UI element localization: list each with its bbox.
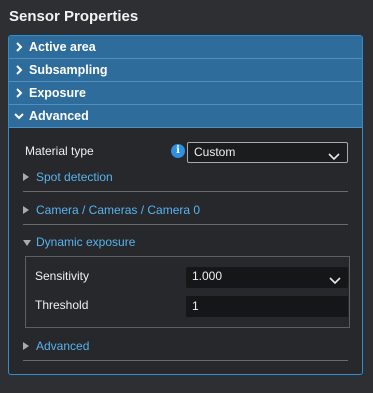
section-label: Exposure (29, 86, 86, 100)
divider (23, 360, 348, 361)
triangle-right-icon (23, 203, 33, 217)
advanced-sub-label: Advanced (36, 339, 90, 353)
threshold-input[interactable]: 1 (186, 296, 348, 317)
chevron-down-icon (328, 148, 340, 167)
camera-toggle[interactable]: Camera / Cameras / Camera 0 (23, 203, 200, 217)
dynamic-exposure-group: Sensitivity 1.000 Threshold 1 (25, 256, 350, 328)
camera-label: Camera / Cameras / Camera 0 (36, 203, 201, 217)
material-type-value: Custom (194, 145, 236, 159)
section-header-advanced[interactable]: Advanced (9, 105, 362, 127)
section-header-exposure[interactable]: Exposure (9, 82, 362, 104)
triangle-right-icon (23, 339, 33, 353)
section-label: Active area (29, 40, 96, 54)
material-type-select[interactable]: Custom (187, 142, 348, 163)
section-header-active-area[interactable]: Active area (9, 36, 362, 58)
chevron-down-icon (9, 112, 29, 120)
chevron-down-icon (329, 272, 341, 291)
chevron-right-icon (9, 42, 29, 52)
info-icon[interactable]: i (171, 144, 185, 158)
advanced-sub-toggle[interactable]: Advanced (23, 339, 89, 353)
panel-title: Sensor Properties (9, 8, 139, 25)
dynamic-exposure-toggle[interactable]: Dynamic exposure (23, 235, 135, 249)
material-type-label: Material type (25, 144, 94, 158)
section-label: Subsampling (29, 63, 108, 77)
properties-panel: Active area Subsampling Exposure Advance… (8, 35, 363, 375)
spot-detection-toggle[interactable]: Spot detection (23, 170, 113, 184)
chevron-right-icon (9, 88, 29, 98)
divider (23, 191, 348, 192)
divider (23, 224, 348, 225)
section-label: Advanced (29, 109, 89, 123)
dynamic-exposure-label: Dynamic exposure (36, 235, 136, 249)
section-header-subsampling[interactable]: Subsampling (9, 59, 362, 81)
sensitivity-select[interactable]: 1.000 (186, 267, 348, 288)
sensitivity-label: Sensitivity (35, 269, 90, 283)
threshold-label: Threshold (35, 298, 89, 312)
triangle-right-icon (23, 170, 33, 184)
chevron-right-icon (9, 65, 29, 75)
triangle-down-icon (23, 235, 33, 249)
sensitivity-value: 1.000 (192, 269, 223, 283)
spot-detection-label: Spot detection (36, 170, 113, 184)
